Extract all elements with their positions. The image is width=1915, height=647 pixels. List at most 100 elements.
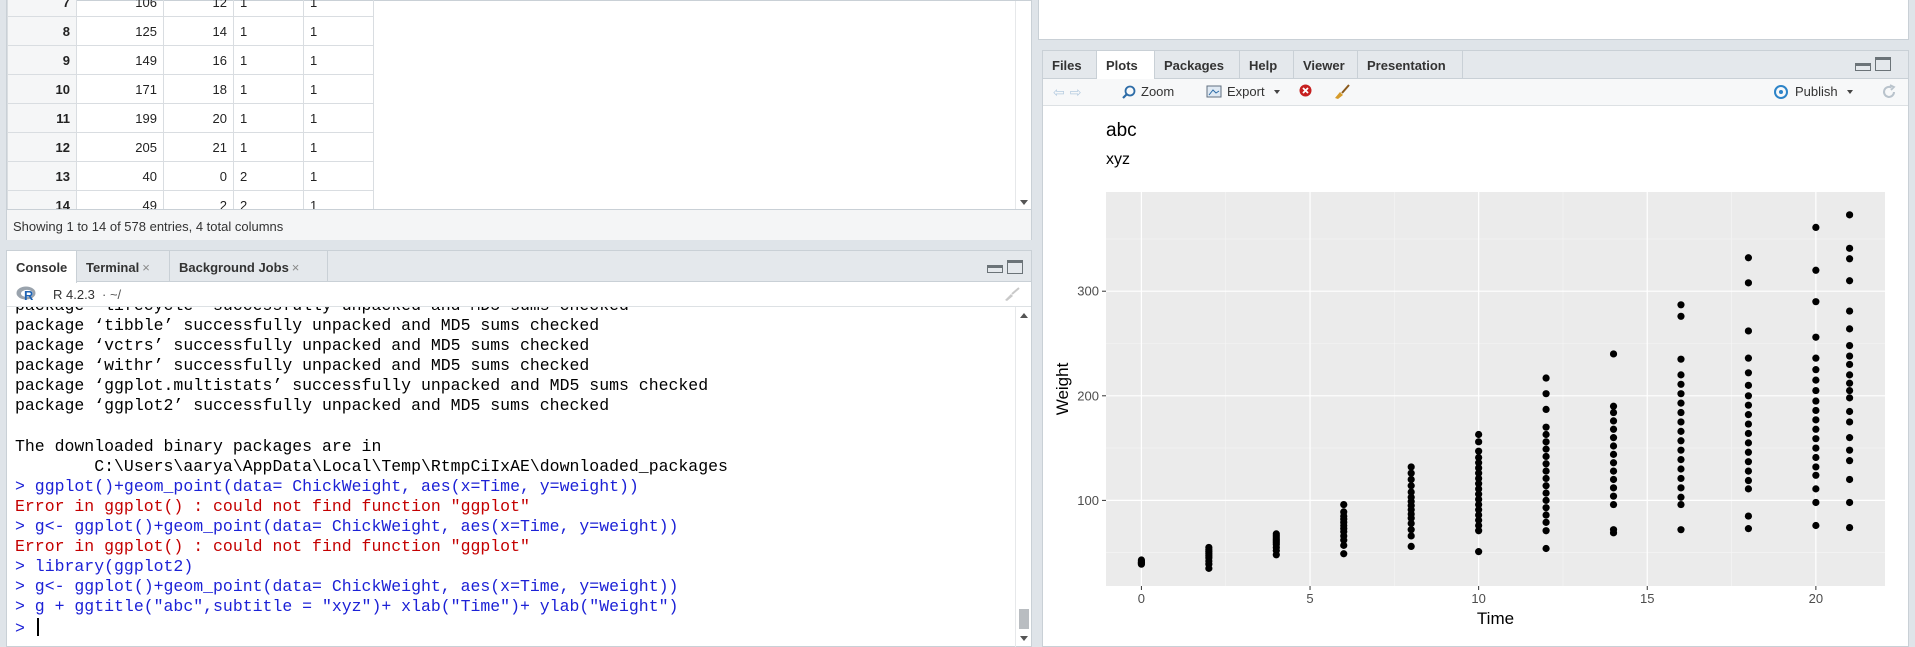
data-point	[1407, 475, 1415, 484]
working-directory-label[interactable]: · ~/	[102, 287, 121, 302]
maximize-pane-icon[interactable]	[1007, 260, 1023, 274]
tab-presentation-label: Presentation	[1367, 58, 1446, 73]
viewer-scrollbar[interactable]	[1015, 1, 1031, 209]
maximize-pane-icon[interactable]	[1875, 57, 1891, 71]
close-icon[interactable]: ×	[292, 260, 300, 275]
tab-viewer[interactable]: Viewer	[1294, 51, 1358, 79]
data-point	[1677, 455, 1685, 464]
tab-console[interactable]: Console	[7, 251, 77, 283]
table-cell: 16	[163, 45, 234, 75]
table-cell: 20	[163, 103, 234, 133]
x-tick-label: 5	[1306, 591, 1313, 606]
tab-background-jobs[interactable]: Background Jobs ×	[170, 251, 328, 282]
plot-area[interactable]: 0 5 10 15 20 100 200 300 abc xyz Time Weight	[1043, 106, 1908, 647]
console-output[interactable]: package ‘lifecycle’ successfully unpacke…	[7, 307, 1017, 647]
data-point	[1475, 548, 1483, 556]
table-cell: 1	[303, 132, 374, 162]
minimize-pane-icon[interactable]	[987, 265, 1003, 273]
table-cell: 1	[233, 74, 304, 104]
scroll-down-icon[interactable]	[1020, 200, 1028, 205]
console-line: > library(ggplot2)	[15, 557, 194, 577]
data-point	[1677, 301, 1685, 309]
export-button[interactable]: Export	[1206, 84, 1280, 99]
console-pane: Console Terminal × Background Jobs × R R 4…	[6, 250, 1032, 647]
table-row[interactable]: 10 171 18 1 1	[7, 74, 374, 104]
tab-files[interactable]: Files	[1043, 51, 1097, 79]
data-point	[1272, 530, 1280, 538]
tab-presentation[interactable]: Presentation	[1358, 51, 1463, 79]
tab-packages[interactable]: Packages	[1155, 51, 1240, 79]
clear-plots-button[interactable]	[1333, 84, 1351, 99]
zoom-button[interactable]: Zoom	[1122, 84, 1174, 99]
viewer-status-text: Showing 1 to 14 of 578 entries, 4 total …	[7, 209, 1031, 240]
magnifier-icon	[1122, 85, 1136, 99]
data-point	[1677, 399, 1685, 407]
console-tabbar: Console Terminal × Background Jobs ×	[7, 251, 1031, 283]
data-point	[1744, 458, 1753, 466]
data-point	[1137, 556, 1146, 564]
data-point	[1744, 467, 1753, 475]
data-point	[1812, 498, 1820, 507]
console-line: > g<- ggplot()+geom_point(data= ChickWei…	[15, 517, 679, 537]
data-point	[1407, 482, 1415, 490]
data-point	[1845, 244, 1854, 252]
data-point	[1845, 434, 1854, 442]
table-row[interactable]: 11 199 20 1 1	[7, 103, 374, 133]
console-toolbar: R R 4.2.3 · ~/	[7, 282, 1031, 307]
dropdown-caret-icon	[1846, 89, 1853, 94]
data-viewer: 7 106 12 1 1 8 125 14 1 1 9 149 16 1 1 10 171 18 1 1 11 199 20…	[6, 0, 1032, 240]
console-line: > g<- ggplot()+geom_point(data= ChickWei…	[15, 577, 679, 597]
data-point	[1845, 523, 1854, 532]
data-point	[1609, 467, 1618, 475]
table-cell: 18	[163, 74, 234, 104]
row-number-cell: 12	[7, 132, 77, 162]
table-row[interactable]: 14 49 2 2 1	[7, 190, 374, 209]
data-point	[1812, 425, 1820, 433]
next-plot-icon[interactable]: ⇨	[1070, 84, 1082, 101]
table-row[interactable]: 8 125 14 1 1	[7, 16, 374, 46]
console-scrollbar[interactable]	[1015, 307, 1031, 647]
tab-plots-label: Plots	[1106, 58, 1138, 73]
data-point	[1812, 416, 1820, 424]
refresh-button[interactable]	[1881, 84, 1897, 100]
console-prompt[interactable]: >	[15, 617, 728, 638]
table-row[interactable]: 12 205 21 1 1	[7, 132, 374, 162]
data-point	[1475, 438, 1483, 446]
tab-plots[interactable]: Plots	[1097, 51, 1155, 80]
tab-packages-label: Packages	[1164, 58, 1224, 73]
clear-console-icon[interactable]	[1003, 287, 1021, 301]
scrollbar-thumb[interactable]	[1019, 609, 1029, 629]
tab-help[interactable]: Help	[1240, 51, 1294, 79]
publish-button[interactable]: Publish	[1773, 84, 1853, 99]
scatter-plot: 0 5 10 15 20 100 200 300 abc xyz Time Weight	[1053, 120, 1885, 628]
table-row[interactable]: 7 106 12 1 1	[7, 0, 374, 17]
tab-terminal[interactable]: Terminal ×	[77, 251, 170, 282]
minimize-pane-icon[interactable]	[1855, 63, 1871, 71]
data-point	[1609, 475, 1618, 484]
remove-plot-button[interactable]	[1299, 84, 1312, 97]
close-icon[interactable]: ×	[142, 260, 150, 275]
table-row[interactable]: 13 40 0 2 1	[7, 161, 374, 191]
data-point	[1744, 354, 1753, 362]
scroll-down-icon[interactable]	[1020, 636, 1028, 641]
data-point	[1744, 411, 1753, 419]
data-point	[1812, 521, 1820, 530]
table-cell: 14	[163, 16, 234, 46]
table-row[interactable]: 9 149 16 1 1	[7, 45, 374, 75]
table-cell: 205	[76, 132, 164, 162]
data-point	[1845, 379, 1854, 387]
data-point	[1744, 476, 1753, 485]
data-point	[1845, 418, 1854, 426]
data-point	[1845, 457, 1854, 465]
data-table-viewport[interactable]: 7 106 12 1 1 8 125 14 1 1 9 149 16 1 1 10 171 18 1 1 11 199 20…	[7, 0, 1017, 209]
tab-background-jobs-label: Background Jobs	[179, 260, 289, 275]
row-number-cell: 13	[7, 161, 77, 191]
table-cell: 40	[76, 161, 164, 191]
data-point	[1609, 500, 1618, 509]
data-point	[1845, 498, 1854, 507]
data-point	[1677, 408, 1685, 417]
scroll-up-icon[interactable]	[1020, 313, 1028, 318]
data-point	[1812, 397, 1820, 405]
data-point	[1205, 543, 1213, 552]
previous-plot-icon[interactable]: ⇦	[1053, 84, 1065, 101]
